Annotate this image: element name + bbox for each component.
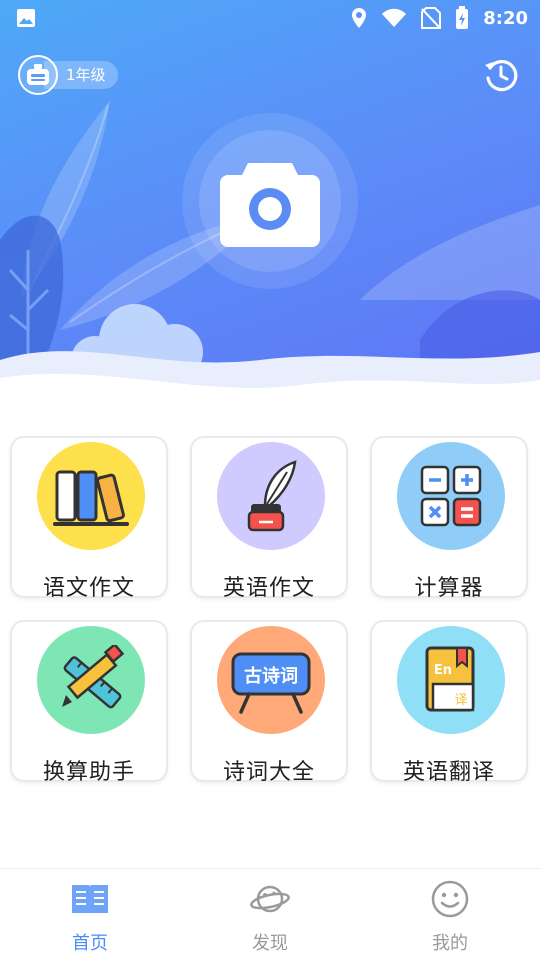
feature-icon-circle [397, 442, 505, 550]
history-icon [485, 60, 518, 92]
feature-icon-circle [217, 442, 325, 550]
feature-icon-circle [37, 442, 145, 550]
grade-selector[interactable]: 1年级 [18, 55, 118, 95]
wifi-icon [382, 8, 407, 27]
nav-label-mine: 我的 [432, 933, 468, 954]
quill-ink-icon [247, 460, 297, 532]
feature-card-chinese-essay[interactable]: 语文作文 [10, 436, 168, 601]
feature-label: 诗词大全 [222, 760, 315, 785]
nav-item-discover[interactable]: 发现 [180, 869, 360, 960]
feature-label: 语文作文 [42, 576, 135, 601]
planet-icon [250, 885, 290, 913]
smiley-icon [431, 880, 469, 918]
camera-button[interactable] [182, 113, 358, 289]
nav-item-home[interactable]: 首页 [0, 869, 180, 960]
dictionary-icon: En 译 [425, 646, 475, 712]
image-icon [17, 9, 35, 27]
nav-label-home: 首页 [72, 933, 108, 954]
feature-icon-circle: En 译 [397, 626, 505, 734]
status-bar: 8:20 [0, 0, 540, 36]
feature-label: 计算器 [414, 576, 484, 601]
feature-card-conversion[interactable]: 换算助手 [10, 620, 168, 785]
feature-card-translation[interactable]: En 译 英语翻译 [370, 620, 528, 785]
books-icon [53, 470, 129, 526]
bottom-navigation: 首页 发现 我的 [0, 868, 540, 960]
camera-icon [220, 163, 320, 247]
history-button[interactable] [482, 56, 520, 94]
poetry-board-text: 古诗词 [244, 665, 298, 687]
pencil-ruler-icon [62, 645, 125, 709]
location-icon [352, 8, 367, 28]
robot-avatar-icon [18, 55, 58, 95]
nav-item-mine[interactable]: 我的 [360, 869, 540, 960]
feature-icon-circle [37, 626, 145, 734]
camera-button-inner [199, 130, 341, 272]
feature-label: 英语翻译 [402, 760, 495, 785]
nav-label-discover: 发现 [252, 933, 288, 954]
status-time: 8:20 [483, 7, 528, 29]
feature-card-calculator[interactable]: 计算器 [370, 436, 528, 601]
feature-icon-circle: 古诗词 [217, 626, 325, 734]
book-open-icon [72, 885, 108, 913]
feature-label: 换算助手 [42, 760, 135, 785]
poetry-board-icon: 古诗词 [231, 652, 311, 714]
dictionary-sub-text: 译 [454, 693, 467, 708]
dictionary-text: En [434, 663, 452, 678]
feature-card-poetry[interactable]: 古诗词 诗词大全 [190, 620, 348, 785]
feature-label: 英语作文 [222, 576, 315, 601]
battery-charging-icon [456, 6, 469, 29]
feature-card-english-essay[interactable]: 英语作文 [190, 436, 348, 601]
calculator-icon [420, 465, 482, 527]
no-sim-icon [421, 7, 442, 29]
